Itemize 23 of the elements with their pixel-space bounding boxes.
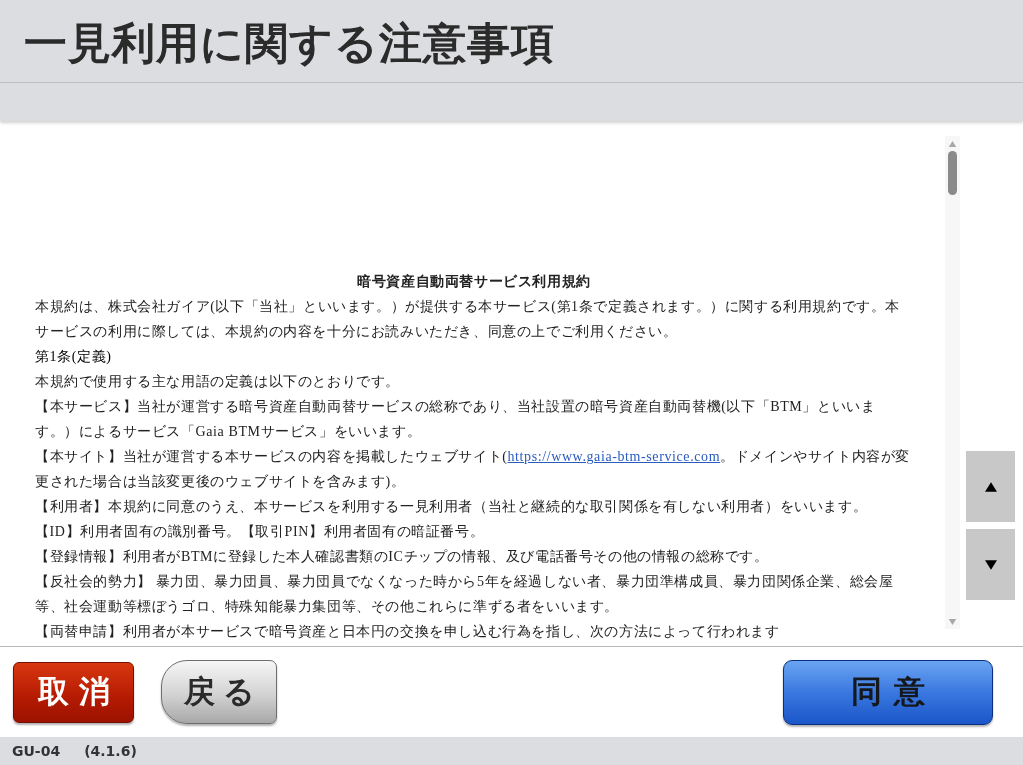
document-title: 暗号資産自動両替サービス利用規約 — [356, 273, 592, 291]
terms-paragraph: 【利用者】本規約に同意のうえ、本サービスを利用する一見利用者（当社と継続的な取引関係を有しない利用者）をいいます。 — [35, 498, 869, 516]
up-triangle-icon — [984, 481, 997, 492]
terms-paragraph: 【ID】利用者固有の識別番号。【取引PIN】利用者固有の暗証番号。 — [35, 523, 486, 541]
scrollbar-thumb[interactable] — [948, 151, 957, 195]
up-triangle-icon — [948, 141, 957, 147]
terms-paragraph: 【反社会的勢力】 暴力団、暴力団員、暴力団員でなくなった時から5年を経過しない者、暴力団準構成員、暴力団関係企業、総会屋等、社会運動等標ぼうゴロ、特殊知能暴力集団等、その他これらに準ずる者をいいます。 — [35, 573, 895, 616]
cancel-button[interactable]: 取消 — [13, 661, 134, 723]
scrollbar[interactable] — [945, 136, 960, 629]
terms-paragraph: 本規約で使用する主な用語の定義は以下のとおりです。 — [35, 373, 401, 391]
back-button[interactable]: 戻る — [161, 660, 277, 724]
terms-paragraph: 【本サイト】当社が運営する本サービスの内容を掲載したウェブサイト(https://www.gaia-btm-service.com。ドメインやサイト内容が変更された場合は当該変更後のウェブサイトを含みます)。 — [35, 448, 911, 491]
version-number: (4.1.6) — [84, 743, 137, 759]
down-triangle-icon — [948, 619, 957, 625]
article-heading: 第1条(定義) — [35, 348, 113, 366]
page-title: 一見利用に関する注意事項 — [24, 18, 555, 70]
terms-paragraph: 【登録情報】利用者がBTMに登録した本人確認書類のICチップの情報、及び電話番号その他の情報の総称です。 — [35, 548, 770, 566]
terms-paragraph: 【本サービス】当社が運営する暗号資産自動両替サービスの総称であり、当社設置の暗号資産自動両替機(以下「BTM」といいます。）によるサービス「Gaia BTMサービス」をいいます。 — [35, 398, 877, 441]
website-link[interactable]: https://www.gaia-btm-service.com — [507, 449, 721, 464]
terms-paragraph: 本規約は、株式会社ガイア(以下「当社」といいます。）が提供する本サービス(第1条で定義されます。）に関する利用規約です。本サービスの利用に際しては、本規約の内容を十分にお読みいただき、同意の上でご利用ください。 — [35, 298, 901, 341]
down-triangle-icon — [984, 559, 997, 570]
screen-id: GU-04 — [12, 743, 61, 759]
terms-paragraph: 【両替申請】利用者が本サービスで暗号資産と日本円の交換を申し込む行為を指し、次の方法によって行われます — [35, 623, 781, 641]
